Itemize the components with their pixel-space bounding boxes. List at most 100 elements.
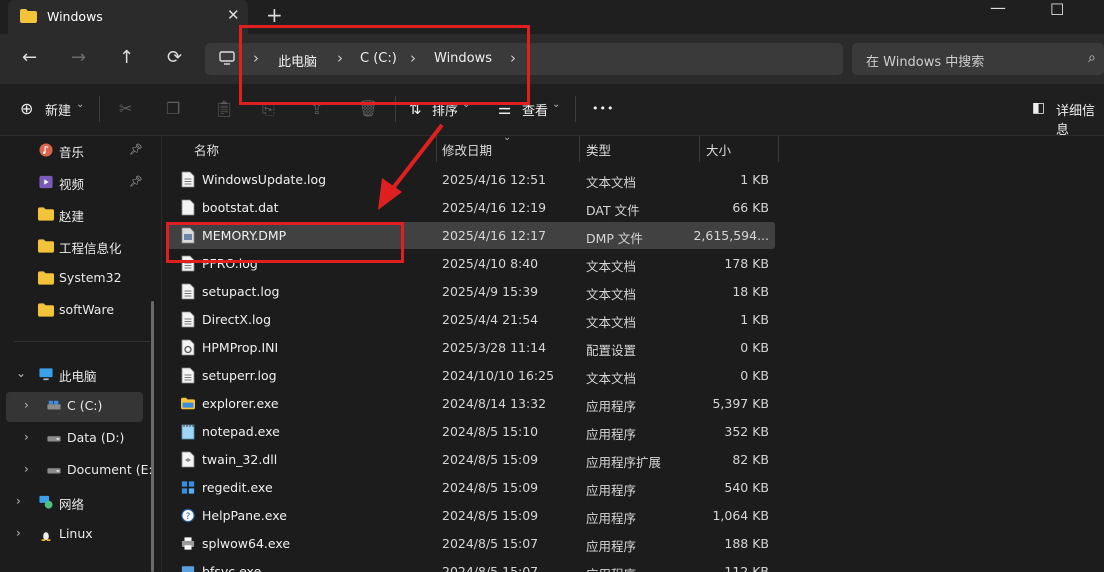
- sidebar-item-engineering[interactable]: 工程信息化: [0, 232, 150, 262]
- column-divider[interactable]: [778, 136, 779, 162]
- chevron-right-icon[interactable]: ›: [16, 494, 21, 508]
- back-button[interactable]: ←: [22, 47, 37, 68]
- file-size: 188 KB: [724, 536, 769, 551]
- notepad-icon: [181, 423, 195, 440]
- file-row[interactable]: HPMProp.INI 2025/3/28 11:14 配置设置 0 KB: [167, 334, 775, 361]
- file-size: 352 KB: [724, 424, 769, 439]
- text-file-icon: [181, 283, 195, 300]
- file-type: DMP 文件: [586, 231, 643, 246]
- file-row[interactable]: setupact.log 2025/4/9 15:39 文本文档 18 KB: [167, 278, 775, 305]
- file-row[interactable]: DirectX.log 2025/4/4 21:54 文本文档 1 KB: [167, 306, 775, 333]
- refresh-button[interactable]: ⟳: [167, 47, 182, 68]
- file-date: 2024/8/5 15:09: [442, 508, 539, 523]
- file-row[interactable]: bfsvc.exe 2024/8/5 15:07 应用程序 112 KB: [167, 558, 775, 572]
- chevron-right-icon[interactable]: ›: [24, 398, 29, 412]
- pin-icon[interactable]: 📌︎: [129, 175, 143, 188]
- folder-icon: [38, 303, 54, 317]
- file-name: DirectX.log: [202, 312, 272, 327]
- sidebar-item-label: Document (E:: [67, 462, 153, 477]
- sidebar-item-system32[interactable]: System32: [0, 264, 150, 294]
- column-header-size[interactable]: 大小: [706, 140, 731, 159]
- file-row[interactable]: splwow64.exe 2024/8/5 15:07 应用程序 188 KB: [167, 530, 775, 557]
- file-size: 1 KB: [740, 172, 769, 187]
- toolbar-divider: [99, 96, 100, 122]
- file-row[interactable]: regedit.exe 2024/8/5 15:09 应用程序 540 KB: [167, 474, 775, 501]
- column-header-name[interactable]: 名称: [194, 140, 219, 159]
- file-date: 2024/8/5 15:09: [442, 452, 539, 467]
- file-type: 应用程序: [586, 399, 637, 414]
- minimize-button[interactable]: —: [990, 0, 1006, 17]
- app-icon: [181, 563, 195, 572]
- more-options-button[interactable]: •••: [592, 102, 614, 115]
- paste-icon[interactable]: 📋︎: [214, 99, 234, 118]
- file-size: 540 KB: [724, 480, 769, 495]
- command-bar: ⊕ 新建 ⌄ ✂ ❐ 📋︎ ⎘ ⇪ 🗑︎ ⇅ 排序 ⌄ ☰ 查看 ⌄ ••• ◧…: [0, 84, 1104, 138]
- file-row[interactable]: ? HelpPane.exe 2024/8/5 15:09 应用程序 1,064 KB: [167, 502, 775, 529]
- column-divider[interactable]: [579, 136, 580, 162]
- file-size: 5,397 KB: [712, 396, 769, 411]
- copy-icon[interactable]: ❐: [166, 99, 180, 118]
- new-tab-button[interactable]: +: [266, 3, 283, 27]
- regedit-icon: [181, 479, 195, 496]
- annotation-box-address: [239, 25, 530, 105]
- sidebar-item-e-drive[interactable]: › Document (E:: [0, 456, 153, 486]
- file-size: 1,064 KB: [712, 508, 769, 523]
- sidebar-item-software[interactable]: softWare: [0, 296, 150, 326]
- file-row[interactable]: notepad.exe 2024/8/5 15:10 应用程序 352 KB: [167, 418, 775, 445]
- sidebar-item-linux[interactable]: › Linux: [0, 520, 150, 550]
- file-name: splwow64.exe: [202, 536, 291, 551]
- pc-icon: [39, 368, 53, 381]
- sidebar-divider: [14, 341, 150, 342]
- file-row[interactable]: setuperr.log 2024/10/10 16:25 文本文档 0 KB: [167, 362, 775, 389]
- column-divider[interactable]: [699, 136, 700, 162]
- file-date: 2025/4/4 21:54: [442, 312, 539, 327]
- annotation-box-memory-dmp: [166, 222, 404, 263]
- file-date: 2025/3/28 11:14: [442, 340, 547, 355]
- sort-chevron-icon: ⌄: [503, 132, 512, 143]
- explorer-icon: [181, 395, 195, 412]
- file-date: 2024/8/5 15:07: [442, 564, 539, 572]
- file-size: 82 KB: [732, 452, 769, 467]
- search-icon[interactable]: ⌕: [1088, 50, 1096, 66]
- text-file-icon: [181, 367, 195, 384]
- sidebar-item-this-pc[interactable]: ⌄ 此电脑: [0, 360, 150, 390]
- file-row[interactable]: bootstat.dat 2025/4/16 12:19 DAT 文件 66 KB: [167, 194, 775, 221]
- tab-windows[interactable]: Windows ✕: [8, 0, 248, 34]
- details-pane-icon: ◧: [1032, 100, 1046, 116]
- chevron-right-icon[interactable]: ›: [24, 462, 29, 476]
- file-icon: [181, 199, 195, 216]
- file-row[interactable]: WindowsUpdate.log 2025/4/16 12:51 文本文档 1 KB: [167, 166, 775, 193]
- cut-icon[interactable]: ✂: [119, 99, 132, 118]
- file-date: 2024/8/5 15:10: [442, 424, 539, 439]
- new-icon: ⊕: [20, 99, 34, 118]
- drive-icon: [47, 436, 61, 442]
- chevron-down-icon[interactable]: ⌄: [16, 366, 26, 380]
- pc-icon: [219, 51, 235, 65]
- file-size: 178 KB: [724, 256, 769, 271]
- file-row[interactable]: explorer.exe 2024/8/14 13:32 应用程序 5,397 KB: [167, 390, 775, 417]
- sidebar-item-zhaojian[interactable]: 赵建: [0, 200, 150, 230]
- details-button[interactable]: 详细信息: [1056, 100, 1104, 138]
- up-button[interactable]: ↑: [119, 47, 134, 68]
- column-header-type[interactable]: 类型: [586, 140, 611, 159]
- tab-title: Windows: [47, 9, 103, 24]
- file-date: 2025/4/10 8:40: [442, 256, 539, 271]
- sidebar-item-network[interactable]: › 网络: [0, 488, 150, 518]
- chevron-right-icon[interactable]: ›: [24, 430, 29, 444]
- pin-icon[interactable]: 📌︎: [129, 143, 143, 156]
- new-button[interactable]: 新建: [45, 100, 71, 119]
- chevron-right-icon[interactable]: ›: [16, 526, 21, 540]
- forward-button[interactable]: →: [71, 47, 86, 68]
- sidebar-item-videos[interactable]: 视频 📌︎: [0, 168, 150, 198]
- sidebar-item-c-drive[interactable]: › C (C:): [6, 392, 143, 422]
- sidebar-item-music[interactable]: 音乐 📌︎: [0, 136, 150, 166]
- file-type: 应用程序: [586, 539, 637, 554]
- close-tab-icon[interactable]: ✕: [227, 6, 240, 24]
- file-date: 2024/8/14 13:32: [442, 396, 547, 411]
- sidebar-scrollbar[interactable]: [151, 301, 154, 572]
- maximize-button[interactable]: ☐: [1050, 0, 1064, 19]
- file-row[interactable]: twain_32.dll 2024/8/5 15:09 应用程序扩展 82 KB: [167, 446, 775, 473]
- annotation-arrow: [378, 123, 444, 210]
- sidebar-item-d-drive[interactable]: › Data (D:): [0, 424, 150, 454]
- search-box[interactable]: 在 Windows 中搜索 ⌕: [852, 43, 1104, 75]
